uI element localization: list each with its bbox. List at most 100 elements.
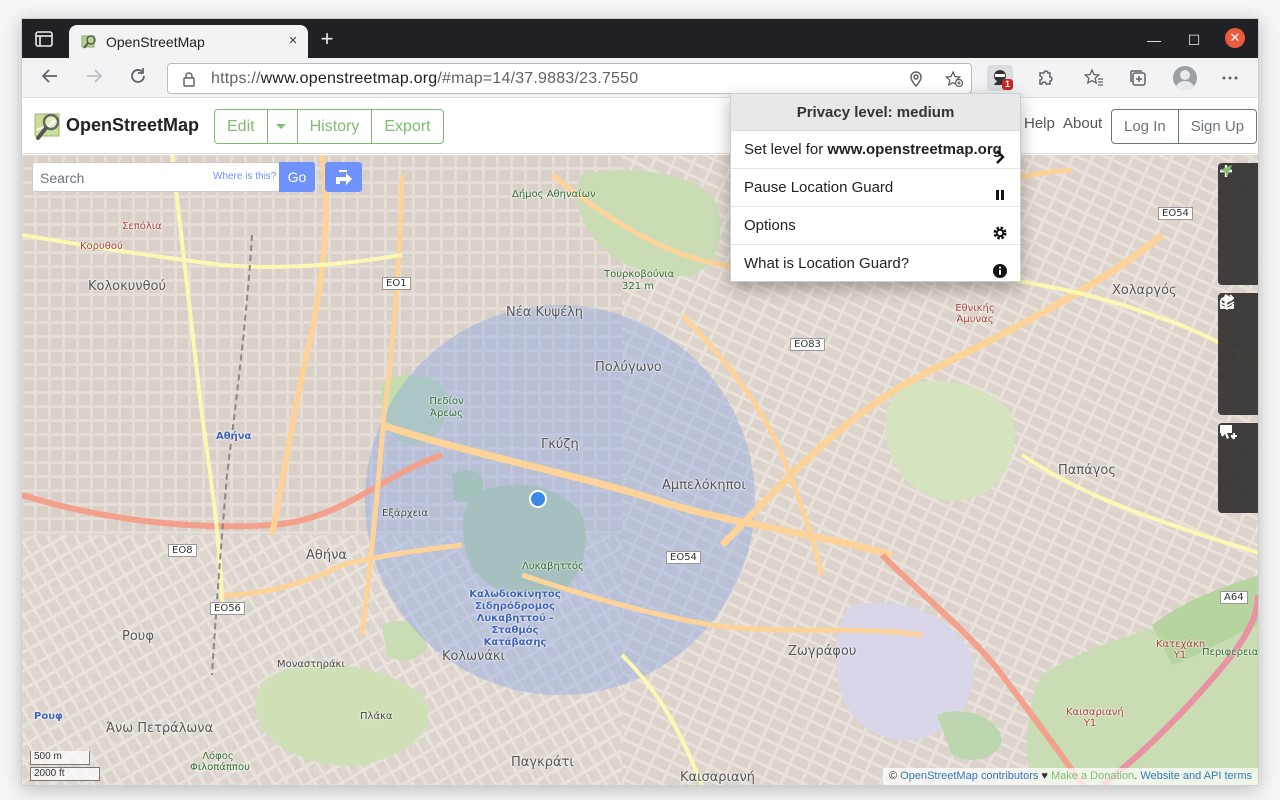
more-menu-icon[interactable] — [1217, 65, 1243, 91]
collections-icon[interactable] — [1125, 65, 1151, 91]
location-dot — [529, 490, 547, 508]
map-layer-controls — [1218, 293, 1258, 415]
map-label-gkyzi: Γκύζη — [541, 437, 579, 452]
tab-actions-icon[interactable] — [34, 30, 54, 48]
export-button[interactable]: Export — [371, 110, 442, 143]
terms-link[interactable]: Website and API terms — [1140, 770, 1252, 782]
osm-header: OpenStreetMap Edit History Export Help A… — [22, 99, 1258, 154]
add-favorite-icon[interactable] — [944, 70, 964, 88]
locate-icon[interactable] — [1218, 165, 1258, 283]
donate-link[interactable]: Make a Donation — [1051, 770, 1134, 782]
road-shield-eo54-south: ΕΟ54 — [666, 551, 701, 564]
share-icon[interactable] — [1218, 294, 1258, 413]
info-circle-icon — [992, 256, 1008, 278]
location-guard-popup: Privacy level: medium Set level for www.… — [730, 93, 1021, 282]
map-label-dimos-athinaion: Δήμος Αθηναίων — [512, 189, 596, 200]
profile-avatar[interactable] — [1173, 66, 1197, 90]
location-pin-icon[interactable] — [907, 70, 925, 88]
map-label-zografou: Ζωγράφου — [788, 644, 857, 659]
privacy-level-title: Privacy level: medium — [731, 94, 1020, 131]
map-label-likavittos: Λυκαβηττός — [522, 561, 584, 572]
browser-window: OpenStreetMap × + — ☐ ✕ https://www.open… — [22, 19, 1258, 785]
zoom-out-icon[interactable] — [1218, 169, 1258, 243]
gear-icon — [992, 218, 1008, 240]
map-label-nea-kypseli: Νέα Κυψέλη — [506, 305, 584, 320]
map-label-ethnikis-amynas: Εθνικής Άμυνας — [955, 303, 995, 325]
address-bar[interactable]: https://www.openstreetmap.org/#map=14/37… — [167, 63, 972, 94]
location-guard-extension-icon[interactable]: 1 — [987, 65, 1013, 91]
osm-logo-icon[interactable] — [32, 110, 64, 142]
map-label-korythou: Κορυθού — [80, 241, 123, 252]
map-label-monastiraki: Μοναστηράκι — [277, 659, 345, 670]
map-label-polygono: Πολύγωνο — [595, 360, 662, 375]
site-title[interactable]: OpenStreetMap — [66, 115, 199, 136]
extension-badge: 1 — [1001, 79, 1013, 90]
edit-button-group: Edit History Export — [214, 109, 444, 144]
chevron-right-icon — [992, 142, 1008, 164]
reload-icon[interactable] — [126, 66, 150, 90]
window-close-button[interactable]: ✕ — [1225, 28, 1245, 48]
where-is-this-link[interactable]: Where is this? — [213, 171, 276, 182]
map-label-lofos-filopappou: Λόφος Φιλοπάππου — [190, 751, 250, 773]
forward-arrow-icon[interactable] — [82, 66, 106, 90]
map-note-controls — [1218, 423, 1258, 513]
map-label-katechaki-y1: Κατεχάκη Υ1 — [1156, 639, 1206, 661]
search-input[interactable]: Search Where is this? — [32, 162, 280, 192]
new-tab-button[interactable]: + — [318, 28, 336, 50]
info-icon[interactable] — [1218, 294, 1258, 373]
map-label-kolokynthou: Κολοκυνθού — [88, 279, 166, 294]
tab-openstreetmap[interactable]: OpenStreetMap × — [69, 25, 308, 58]
about-link[interactable]: About — [1063, 115, 1102, 132]
zoom-controls — [1218, 163, 1258, 285]
map-label-ampelokipoi: Αμπελόκηποι — [662, 478, 746, 493]
map-label-athina-station: Αθήνα — [216, 431, 252, 442]
map-label-periferiaki: Περιφερειακ — [1202, 647, 1258, 658]
tab-strip: OpenStreetMap × + — ☐ ✕ — [22, 19, 1258, 58]
map-label-plaka: Πλάκα — [360, 711, 393, 722]
osm-contributors-link[interactable]: OpenStreetMap contributors — [900, 770, 1038, 782]
options-item[interactable]: Options — [731, 207, 1020, 245]
help-link[interactable]: Help — [1024, 115, 1055, 132]
history-button[interactable]: History — [296, 110, 372, 143]
back-arrow-icon[interactable] — [38, 66, 62, 90]
map-view[interactable]: Νέα Κυψέλη Πολύγωνο Γκύζη Αμπελόκηποι Εξ… — [22, 155, 1258, 785]
chevron-down-icon[interactable] — [266, 110, 297, 143]
map-label-ano-petralona: Άνω Πετράλωνα — [106, 721, 214, 736]
query-features-icon[interactable] — [1218, 425, 1258, 513]
directions-icon[interactable] — [325, 162, 362, 192]
tab-title: OpenStreetMap — [106, 34, 205, 50]
road-shield-eo83: ΕΟ83 — [790, 338, 825, 351]
search-placeholder: Search — [40, 170, 85, 186]
search-go-button[interactable]: Go — [279, 162, 315, 192]
url-text[interactable]: https://www.openstreetmap.org/#map=14/37… — [211, 70, 638, 88]
favorites-icon[interactable] — [1081, 65, 1107, 91]
map-label-sepolia: Σεπόλια — [122, 221, 162, 232]
map-label-papagos: Παπάγος — [1058, 463, 1117, 478]
scale-imperial: 2000 ft — [30, 767, 100, 781]
tab-close-icon[interactable]: × — [285, 33, 301, 49]
map-label-rouf: Ρουφ — [122, 629, 154, 644]
road-shield-eo1: ΕΟ1 — [382, 277, 411, 290]
map-label-rouf-station: Ρουφ — [34, 711, 63, 722]
map-label-pedion-areos: Πεδίον Άρεως — [429, 396, 464, 419]
lock-icon[interactable] — [182, 71, 196, 87]
map-label-tourkovounia-height: 321 m — [622, 281, 655, 292]
login-button[interactable]: Log In — [1112, 110, 1178, 143]
maximize-button[interactable]: ☐ — [1182, 28, 1206, 52]
map-label-cholargos: Χολαργός — [1112, 283, 1177, 298]
map-label-kolonaki: Κολωνάκι — [442, 649, 505, 664]
what-is-location-guard-item[interactable]: What is Location Guard? — [731, 245, 1020, 283]
edit-button[interactable]: Edit — [215, 110, 267, 143]
pause-icon — [992, 180, 1008, 200]
auth-button-group: Log In Sign Up — [1111, 109, 1258, 144]
signup-button[interactable]: Sign Up — [1177, 110, 1256, 143]
osm-favicon-icon — [81, 34, 97, 50]
map-label-tourkovounia: Τουρκοβούνια — [604, 269, 675, 280]
map-label-pagkrati: Παγκράτι — [511, 755, 574, 770]
extensions-icon[interactable] — [1032, 65, 1058, 91]
scale-metric: 500 m — [30, 751, 90, 765]
minimize-button[interactable]: — — [1142, 28, 1166, 52]
set-level-item[interactable]: Set level for www.openstreetmap.org — [731, 131, 1020, 169]
pause-location-guard-item[interactable]: Pause Location Guard — [731, 169, 1020, 207]
browser-toolbar: https://www.openstreetmap.org/#map=14/37… — [22, 58, 1258, 98]
